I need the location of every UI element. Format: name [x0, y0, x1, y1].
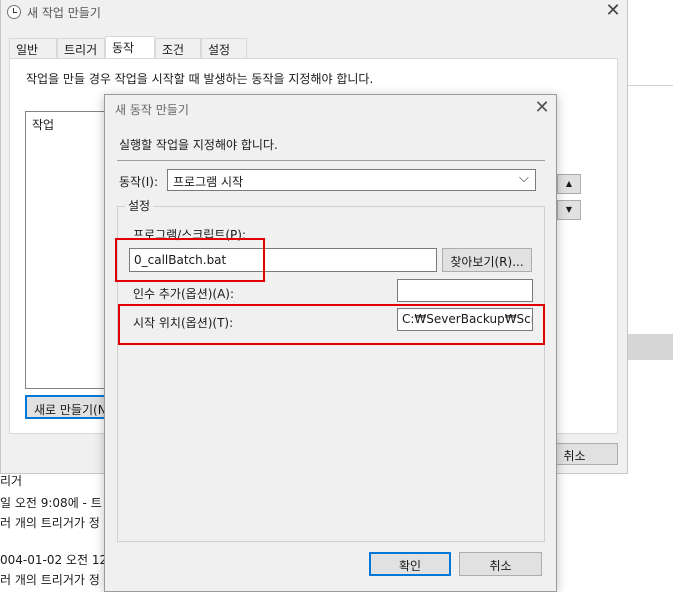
dialog-title: 새 작업 만들기 — [27, 6, 101, 20]
close-icon[interactable]: ✕ — [532, 99, 552, 117]
move-up-button[interactable]: ▲ — [557, 174, 581, 194]
action-select-value: 프로그램 시작 — [173, 175, 244, 189]
tab-settings[interactable]: 설정 — [201, 38, 247, 58]
log-line: 004-01-02 오전 12: — [0, 553, 112, 567]
instruction-text: 작업을 만들 경우 작업을 시작할 때 발생하는 동작을 지정해야 합니다. — [26, 72, 374, 86]
list-header: 작업 — [32, 118, 55, 132]
clock-icon — [7, 5, 21, 19]
tab-actions[interactable]: 동작 — [105, 36, 155, 59]
tab-triggers[interactable]: 트리거 — [57, 38, 105, 58]
cancel-button[interactable]: 취소 — [459, 552, 542, 576]
log-line: 러 개의 트리거가 정 — [0, 516, 100, 530]
ok-button[interactable]: 확인 — [369, 552, 451, 576]
arrow-up-icon: ▲ — [565, 179, 573, 188]
divider — [117, 160, 545, 161]
highlight-program-box — [115, 238, 265, 282]
log-line: 리거 — [0, 474, 23, 488]
close-icon[interactable]: ✕ — [603, 2, 623, 20]
background-divider — [628, 85, 673, 86]
settings-group-label: 설정 — [125, 197, 154, 214]
instruction-text: 실행할 작업을 지정해야 합니다. — [119, 138, 278, 152]
arrow-down-icon: ▼ — [565, 205, 573, 214]
background-header — [628, 334, 673, 360]
action-select[interactable]: 프로그램 시작 ⌵ — [167, 169, 536, 191]
args-label: 인수 추가(옵션)(A): — [133, 287, 235, 301]
chevron-down-icon: ⌵ — [519, 171, 529, 186]
move-down-button[interactable]: ▼ — [557, 200, 581, 220]
action-label: 동작(I): — [119, 175, 159, 189]
log-line: 일 오전 9:08에 - 트 — [0, 496, 102, 510]
log-line: 러 개의 트리거가 정 — [0, 573, 100, 587]
tab-general[interactable]: 일반 — [9, 38, 57, 58]
args-input[interactable] — [397, 279, 533, 302]
browse-button[interactable]: 찾아보기(R)... — [442, 248, 532, 272]
dialog-title: 새 동작 만들기 — [115, 103, 189, 117]
tab-conditions[interactable]: 조건 — [155, 38, 201, 58]
highlight-start-box — [118, 304, 545, 345]
